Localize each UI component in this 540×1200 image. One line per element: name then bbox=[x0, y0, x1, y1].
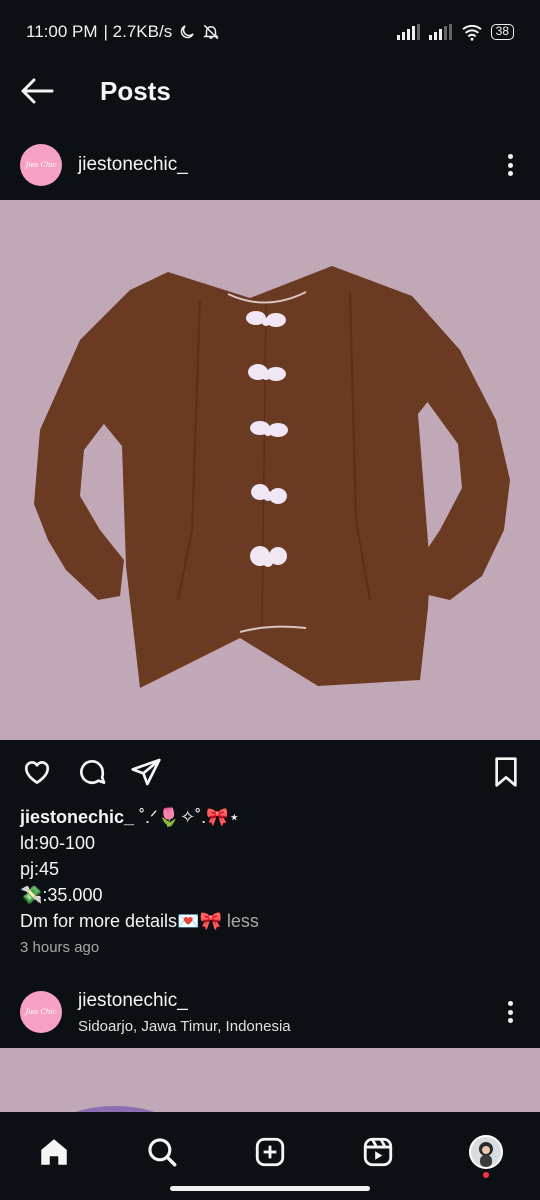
next-post-username[interactable]: jiestonechic_ bbox=[78, 990, 291, 1012]
page-header: Posts bbox=[0, 64, 540, 118]
home-icon bbox=[41, 1139, 67, 1165]
reels-icon bbox=[363, 1137, 393, 1167]
post-header: Jies Chic jiestonechic_ bbox=[0, 140, 540, 190]
post-image[interactable] bbox=[0, 200, 540, 740]
wifi-icon bbox=[461, 24, 482, 41]
shirt-body bbox=[104, 266, 440, 688]
caption-text: Dm for more details💌🎀 bbox=[20, 911, 222, 931]
nav-home[interactable] bbox=[30, 1128, 78, 1176]
caption-line-4: 💸:35.000 bbox=[20, 885, 103, 905]
post-timestamp: 3 hours ago bbox=[20, 939, 100, 956]
caption-line-3: pj:45 bbox=[20, 859, 60, 879]
next-avatar[interactable]: Jies Chic bbox=[20, 991, 62, 1033]
next-avatar-text: Jies Chic bbox=[25, 1008, 57, 1016]
heart-icon[interactable] bbox=[20, 756, 54, 788]
caption-decoration: ˚.ᐟ🌷✧˚.🎀⋆ bbox=[134, 807, 240, 827]
next-post-image[interactable] bbox=[0, 1048, 540, 1112]
shirt-illustration bbox=[34, 266, 510, 688]
caption-username[interactable]: jiestonechic_ bbox=[20, 807, 134, 827]
more-vertical-icon[interactable] bbox=[500, 151, 520, 179]
avatar[interactable]: Jies Chic bbox=[20, 144, 62, 186]
shirt-left-sleeve bbox=[34, 290, 130, 600]
home-indicator bbox=[170, 1186, 370, 1191]
search-icon bbox=[148, 1138, 177, 1167]
bell-off-icon bbox=[203, 24, 220, 40]
nav-profile[interactable] bbox=[462, 1128, 510, 1178]
notification-dot bbox=[483, 1172, 489, 1178]
next-post-meta: jiestonechic_ Sidoarjo, Jawa Timur, Indo… bbox=[78, 990, 291, 1035]
post-username[interactable]: jiestonechic_ bbox=[78, 154, 188, 176]
nav-create[interactable] bbox=[246, 1128, 294, 1176]
back-button[interactable] bbox=[20, 71, 60, 111]
post-caption: jiestonechic_ ˚.ᐟ🌷✧˚.🎀⋆ ld:90-100 pj:45 … bbox=[20, 804, 520, 934]
page-title: Posts bbox=[100, 75, 171, 106]
caption-line-1: jiestonechic_ ˚.ᐟ🌷✧˚.🎀⋆ bbox=[20, 804, 520, 830]
next-post-location[interactable]: Sidoarjo, Jawa Timur, Indonesia bbox=[78, 1018, 291, 1035]
create-icon bbox=[255, 1137, 285, 1167]
status-bar: 11:00 PM | 2.7KB/s 38 bbox=[0, 0, 540, 64]
moon-icon bbox=[180, 25, 194, 39]
send-icon[interactable] bbox=[130, 756, 162, 788]
next-more-vertical-icon[interactable] bbox=[500, 998, 520, 1026]
bookmark-icon[interactable] bbox=[492, 756, 520, 788]
action-bar bbox=[0, 752, 540, 792]
signal-icon-2 bbox=[428, 24, 452, 40]
avatar-text: Jies Chic bbox=[25, 161, 57, 169]
signal-icon bbox=[396, 24, 420, 40]
shirt-right-sleeve bbox=[412, 296, 510, 600]
profile-icon bbox=[469, 1135, 503, 1169]
nav-reels[interactable] bbox=[354, 1128, 402, 1176]
caption-line-5: Dm for more details💌🎀 less bbox=[20, 908, 520, 934]
caption-line-2: ld:90-100 bbox=[20, 833, 96, 853]
status-left: 11:00 PM | 2.7KB/s bbox=[26, 22, 220, 42]
battery-indicator: 38 bbox=[490, 24, 514, 40]
status-right: 38 bbox=[396, 23, 514, 41]
status-time: 11:00 PM bbox=[26, 22, 98, 41]
comment-icon[interactable] bbox=[76, 756, 108, 788]
next-post-header: Jies Chic jiestonechic_ Sidoarjo, Jawa T… bbox=[0, 986, 540, 1038]
nav-search[interactable] bbox=[138, 1128, 186, 1176]
arrow-left-icon bbox=[21, 78, 54, 104]
less-button[interactable]: less bbox=[222, 911, 259, 931]
status-speed: | 2.7KB/s bbox=[103, 22, 173, 41]
